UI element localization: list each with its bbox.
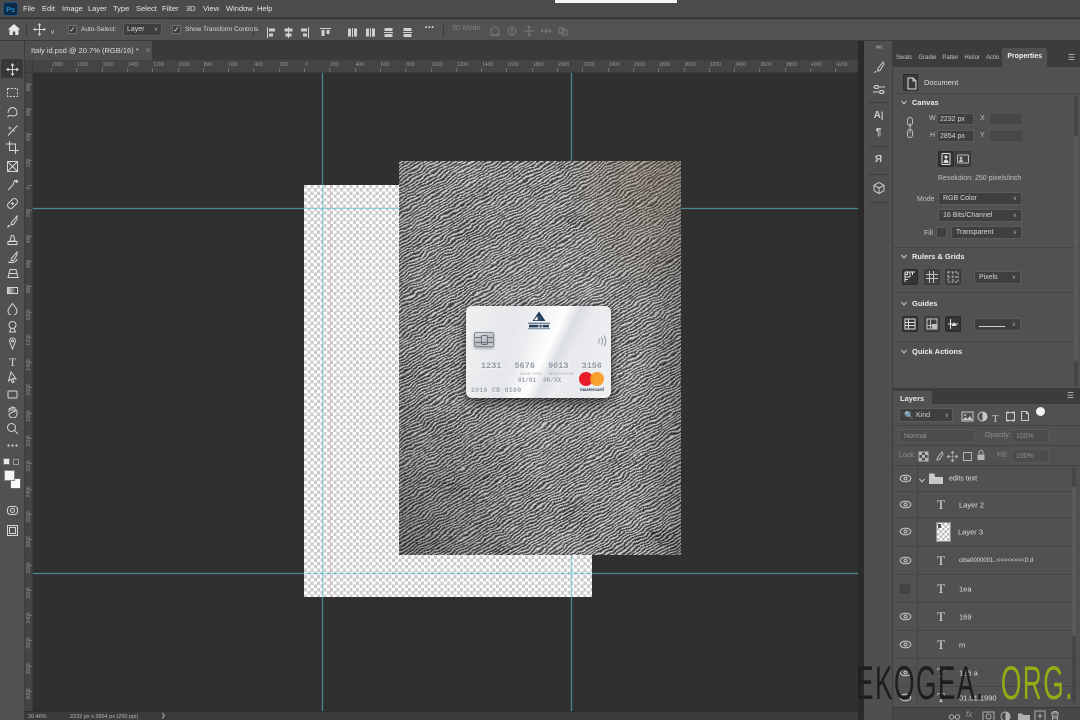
svg-text:T: T <box>9 355 17 368</box>
